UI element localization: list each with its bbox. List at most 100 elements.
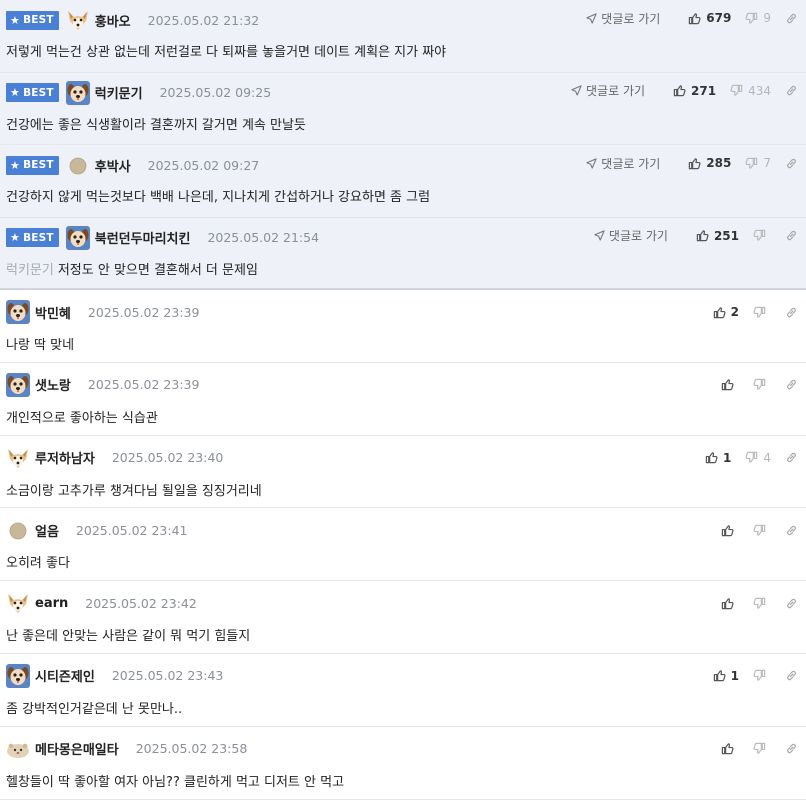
goto-reply-label: 댓글로 가기 (601, 156, 661, 171)
downvote-button[interactable]: 7 (745, 156, 771, 170)
star-icon: ★ (10, 13, 21, 27)
upvote-button[interactable]: 679 (688, 11, 731, 25)
nickname[interactable]: 얼음 (35, 521, 59, 540)
thumbs-down-icon (730, 84, 748, 97)
reply-target[interactable]: 럭키문기 (6, 263, 54, 278)
upvote-count: 271 (691, 83, 717, 98)
link-icon[interactable] (785, 157, 798, 170)
comment-actions: 2 (699, 302, 798, 322)
dog-avatar[interactable] (6, 300, 30, 324)
comment: 박민혜 2025.05.02 23:39 나랑 딱 맞네 2 (0, 290, 806, 363)
downvote-button[interactable] (753, 306, 771, 319)
link-icon[interactable] (785, 306, 798, 319)
nickname[interactable]: 북런던두마리치킨 (95, 228, 191, 247)
downvote-button[interactable] (753, 524, 771, 537)
link-icon[interactable] (785, 742, 798, 755)
goto-reply-button[interactable]: 댓글로 가기 (586, 10, 660, 27)
comment-header: 루저하남자 2025.05.02 23:40 (6, 446, 223, 470)
thumbs-up-icon (696, 229, 714, 242)
nickname[interactable]: 훙바오 (95, 11, 131, 30)
fox-avatar[interactable] (6, 591, 30, 615)
nickname[interactable]: 후박사 (95, 156, 131, 175)
upvote-button[interactable]: 2 (713, 305, 739, 319)
goto-reply-label: 댓글로 가기 (601, 11, 661, 26)
comment-body: 건강하지 않게 먹는것보다 백배 나은데, 지나치게 간섭하거나 강요하면 좀 … (6, 186, 430, 205)
thumbs-up-icon (721, 378, 739, 391)
downvote-button[interactable] (753, 597, 771, 610)
downvote-button[interactable] (753, 378, 771, 391)
upvote-button[interactable]: 251 (696, 229, 739, 243)
dot-avatar[interactable] (6, 518, 30, 542)
comment-date: 2025.05.02 23:43 (111, 668, 224, 684)
fox-avatar[interactable] (66, 8, 90, 32)
best-comment: ★ BEST 북런던두마리치킨 2025.05.02 21:54 럭키문기 저정도 안 맞… (0, 217, 806, 290)
comment-text: 좀 강박적인거같은데 난 못만나.. (6, 701, 183, 717)
dog-avatar[interactable] (65, 225, 90, 250)
send-icon (586, 157, 601, 169)
downvote-button[interactable] (753, 742, 771, 755)
goto-reply-button[interactable]: 댓글로 가기 (586, 155, 660, 172)
goto-reply-button[interactable]: 댓글로 가기 (594, 227, 668, 244)
comment: 얼음 2025.05.02 23:41 오히려 좋다 (0, 508, 806, 582)
dog-avatar[interactable] (65, 80, 90, 105)
comment-text: 난 좋은데 안맞는 사람은 같이 뭐 먹기 힘들지 (6, 629, 251, 645)
upvote-button[interactable] (721, 524, 739, 537)
upvote-button[interactable]: 1 (713, 669, 739, 683)
downvote-button[interactable] (753, 229, 771, 242)
downvote-button[interactable] (753, 669, 771, 682)
nickname[interactable]: 샛노랑 (35, 375, 71, 394)
upvote-count: 1 (723, 450, 732, 465)
fox-avatar[interactable] (6, 446, 30, 470)
upvote-button[interactable]: 285 (688, 156, 731, 170)
thumbs-down-icon (753, 524, 771, 537)
comment-date: 2025.05.02 23:39 (87, 304, 200, 320)
nickname[interactable]: 루저하남자 (35, 448, 95, 467)
link-icon[interactable] (785, 229, 798, 242)
downvote-button[interactable]: 9 (745, 11, 771, 25)
upvote-button[interactable] (721, 597, 739, 610)
link-icon[interactable] (785, 451, 798, 464)
link-icon[interactable] (785, 378, 798, 391)
dog-avatar[interactable] (6, 663, 30, 688)
link-icon[interactable] (785, 669, 798, 682)
best-badge: ★ BEST (6, 83, 59, 102)
comment-header: ★ BEST 후박사 2025.05.02 09:27 (6, 153, 259, 177)
best-badge: ★ BEST (6, 155, 59, 175)
downvote-button[interactable]: 4 (745, 451, 771, 465)
comment-actions (707, 520, 798, 540)
link-icon[interactable] (785, 12, 798, 25)
downvote-count: 7 (763, 156, 771, 170)
nickname[interactable]: 메타몽은매일타 (35, 739, 119, 758)
link-icon[interactable] (785, 597, 798, 610)
dot-avatar[interactable] (66, 153, 90, 177)
upvote-button[interactable]: 271 (673, 84, 716, 98)
upvote-button[interactable] (721, 378, 739, 391)
comment-actions (707, 375, 798, 395)
downvote-count: 4 (763, 450, 771, 465)
upvote-button[interactable]: 1 (705, 451, 731, 465)
thumbs-up-icon (721, 742, 739, 755)
link-icon[interactable] (785, 524, 798, 537)
comment-header: 얼음 2025.05.02 23:41 (6, 518, 188, 542)
star-icon: ★ (10, 231, 21, 244)
upvote-count: 1 (730, 668, 739, 683)
nickname[interactable]: 럭키문기 (95, 83, 143, 102)
comment: 시티즌제인 2025.05.02 23:43 좀 강박적인거같은데 난 못만나.. 1 (0, 653, 806, 727)
hamster-avatar[interactable] (6, 737, 30, 761)
downvote-button[interactable]: 434 (730, 84, 771, 98)
best-badge: ★ BEST (6, 10, 59, 30)
comment-header: 박민혜 2025.05.02 23:39 (6, 300, 199, 324)
upvote-count: 2 (730, 305, 739, 319)
comment: earn 2025.05.02 23:42 난 좋은데 안맞는 사람은 같이 뭐 먹… (0, 581, 806, 654)
thumbs-up-icon (721, 597, 739, 610)
best-comment: ★ BEST 럭키문기 2025.05.02 09:25 건강에는 좋은 식생활이라 결… (0, 72, 806, 145)
link-icon[interactable] (785, 84, 798, 97)
upvote-button[interactable] (721, 742, 739, 755)
thumbs-up-icon (713, 669, 731, 682)
dog-avatar[interactable] (6, 372, 30, 397)
comment-body: 개인적으로 좋아하는 식습관 (6, 407, 158, 426)
nickname[interactable]: 박민혜 (35, 303, 71, 322)
goto-reply-button[interactable]: 댓글로 가기 (571, 82, 645, 99)
nickname[interactable]: 시티즌제인 (35, 666, 95, 685)
nickname[interactable]: earn (35, 596, 68, 611)
